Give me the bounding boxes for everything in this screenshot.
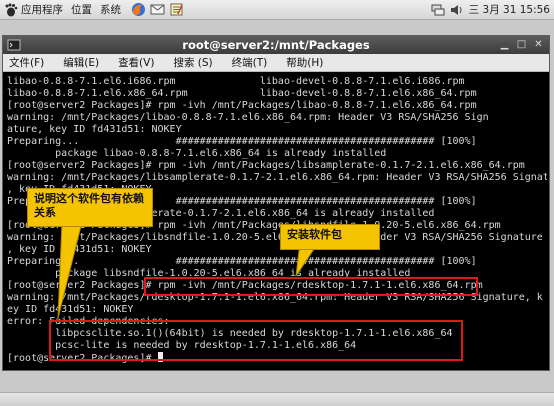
system-menu[interactable]: 系统 (96, 0, 125, 19)
terminal-line: libao-0.8.8-7.1.el6.x86_64.rpm libao-dev… (7, 88, 477, 99)
install-command-highlight (144, 277, 478, 296)
terminal-line: warning: /mnt/Packages/libao-0.8.8-7.1.e… (7, 112, 489, 123)
maximize-icon[interactable]: □ (515, 38, 528, 51)
menu-help[interactable]: 帮助(H) (286, 55, 323, 70)
close-icon[interactable]: ✕ (532, 38, 545, 51)
menu-search[interactable]: 搜索 (S) (173, 55, 212, 70)
gnome-foot-icon (4, 3, 18, 17)
window-title: root@server2:/mnt/Packages (182, 38, 370, 52)
panel-clock[interactable]: 三 3月 31 15:56 (469, 2, 550, 17)
terminal-line: , key ID fd431d51: NOKEY (7, 244, 152, 255)
menu-edit[interactable]: 编辑(E) (63, 55, 99, 70)
minimize-icon[interactable]: ▁ (498, 38, 511, 51)
terminal-icon[interactable] (7, 38, 21, 52)
terminal-line: libao-0.8.8-7.1.el6.i686.rpm libao-devel… (7, 76, 465, 87)
dependency-callout: 说明这个软件包有依赖关系 (27, 188, 153, 227)
install-callout: 安装软件包 (280, 224, 380, 250)
dependency-error-highlight (49, 320, 463, 361)
terminal-line: warning: /mnt/Packages/libsndfile-1.0.20… (7, 232, 543, 243)
applications-menu-label: 应用程序 (21, 4, 63, 16)
applications-menu[interactable]: 应用程序 (0, 0, 67, 19)
terminal-line: ey ID fd431d51: NOKEY (7, 304, 134, 315)
menu-file[interactable]: 文件(F) (9, 55, 44, 70)
terminal-line: warning: /mnt/Packages/libsamplerate-0.1… (7, 172, 547, 183)
top-panel: 应用程序 位置 系统 三 3月 31 15:56 (0, 0, 554, 20)
firefox-icon[interactable] (131, 2, 146, 17)
terminal-line: ature, key ID fd431d51: NOKEY (7, 124, 182, 135)
mail-icon[interactable] (150, 2, 165, 17)
terminal-line: Preparing... ###########################… (7, 136, 477, 147)
window-titlebar[interactable]: root@server2:/mnt/Packages ▁ □ ✕ (3, 36, 549, 54)
system-menu-label: 系统 (100, 4, 121, 16)
terminal-menubar: 文件(F) 编辑(E) 查看(V) 搜索 (S) 终端(T) 帮助(H) (3, 54, 549, 72)
terminal-line: package libao-0.8.8-7.1.el6.x86_64 is al… (7, 148, 387, 159)
places-menu[interactable]: 位置 (67, 0, 96, 19)
terminal-line: Preparing... ###########################… (7, 256, 477, 267)
notes-icon[interactable] (169, 2, 184, 17)
terminal-line: [root@server2 Packages]# rpm -ivh /mnt/P… (7, 160, 525, 171)
places-menu-label: 位置 (71, 4, 92, 16)
menu-view[interactable]: 查看(V) (118, 55, 154, 70)
terminal-line: [root@server2 Packages]# rpm -ivh /mnt/P… (7, 100, 477, 111)
network-icon[interactable] (431, 3, 445, 16)
menu-terminal[interactable]: 终端(T) (232, 55, 268, 70)
bottom-panel (0, 392, 554, 406)
volume-icon[interactable] (450, 3, 464, 16)
